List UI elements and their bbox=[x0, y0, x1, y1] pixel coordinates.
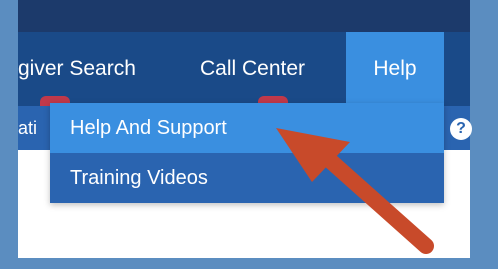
help-question-icon[interactable]: ? bbox=[450, 118, 472, 140]
outer-frame-left bbox=[0, 0, 18, 269]
menu-item-help-and-support[interactable]: Help And Support bbox=[50, 103, 444, 153]
outer-frame-bottom bbox=[0, 258, 498, 269]
nav-item-help[interactable]: Help bbox=[346, 32, 444, 106]
main-nav-bar: giver Search Call Center Help bbox=[18, 32, 470, 106]
menu-item-training-videos[interactable]: Training Videos bbox=[50, 153, 444, 203]
nav-item-call-center[interactable]: Call Center bbox=[200, 32, 305, 106]
nav-item-caregiver-search[interactable]: giver Search bbox=[18, 32, 136, 106]
help-dropdown-menu: Help And Support Training Videos bbox=[50, 103, 444, 203]
sub-nav-label[interactable]: ati bbox=[18, 106, 52, 150]
outer-frame-right bbox=[470, 0, 498, 269]
top-header-bar bbox=[18, 0, 470, 32]
